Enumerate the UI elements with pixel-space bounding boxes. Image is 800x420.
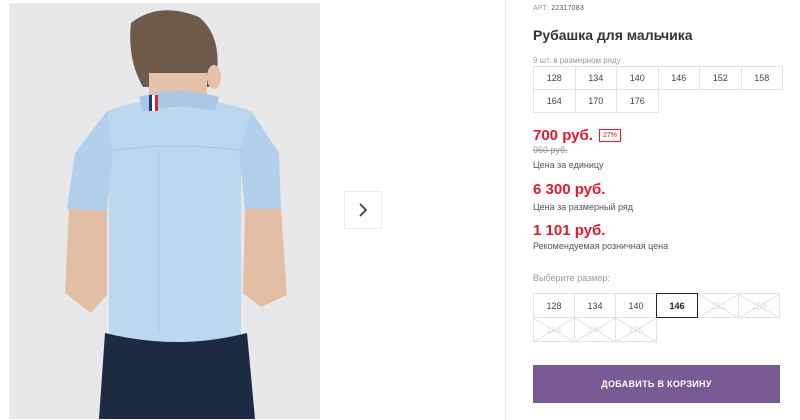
size-row-table: 128 134 140 146 152 158 164 170 176 bbox=[533, 66, 783, 113]
unit-price-note: Цена за единицу bbox=[533, 160, 604, 170]
size-cell-empty bbox=[700, 90, 742, 113]
price-row: 700 руб. 27% bbox=[533, 127, 621, 144]
size-cell-empty bbox=[658, 90, 700, 113]
product-title: Рубашка для мальчика bbox=[533, 27, 693, 43]
product-image bbox=[9, 3, 320, 419]
size-cell: 134 bbox=[574, 66, 617, 90]
size-cell: 158 bbox=[740, 66, 783, 90]
old-price: 960 руб. bbox=[533, 145, 568, 155]
size-option-176: 176 bbox=[615, 317, 657, 342]
size-selector: 128 134 140 146 152 158 164 170 176 bbox=[533, 293, 785, 342]
retail-price: 1 101 руб. bbox=[533, 222, 606, 239]
size-cell: 170 bbox=[574, 89, 617, 113]
size-row-table-row: 164 170 176 bbox=[533, 89, 783, 113]
size-cell-empty bbox=[741, 90, 783, 113]
chevron-right-icon bbox=[359, 203, 368, 217]
size-option-146[interactable]: 146 bbox=[656, 293, 698, 318]
sku-label: АРТ: bbox=[533, 5, 550, 12]
size-row-price-note: Цена за размерный ряд bbox=[533, 202, 634, 212]
current-price: 700 руб. bbox=[533, 127, 593, 144]
sku-value: 22317083 bbox=[551, 5, 584, 12]
add-to-cart-button[interactable]: ДОБАВИТЬ В КОРЗИНУ bbox=[533, 365, 780, 403]
size-option-152: 152 bbox=[697, 293, 739, 318]
product-gallery bbox=[0, 0, 505, 420]
size-row-price: 6 300 руб. bbox=[533, 181, 606, 198]
gallery-divider bbox=[505, 0, 506, 420]
size-option-158: 158 bbox=[738, 293, 780, 318]
size-option-170: 170 bbox=[574, 317, 616, 342]
size-cell: 164 bbox=[533, 89, 576, 113]
size-option-134[interactable]: 134 bbox=[574, 293, 616, 318]
size-cell: 152 bbox=[699, 66, 742, 90]
next-image-button[interactable] bbox=[344, 191, 382, 229]
size-row-table-row: 128 134 140 146 152 158 bbox=[533, 66, 783, 90]
choose-size-label: Выберите размер: bbox=[533, 273, 610, 283]
retail-price-note: Рекомендуемая розничная цена bbox=[533, 241, 669, 251]
size-cell: 128 bbox=[533, 66, 576, 90]
sku: АРТ: 22317083 bbox=[533, 5, 584, 12]
size-option-128[interactable]: 128 bbox=[533, 293, 575, 318]
product-photo[interactable] bbox=[9, 3, 320, 419]
size-cell: 176 bbox=[616, 89, 659, 113]
size-row-note: 9 шт. в размерном ряду bbox=[533, 56, 621, 65]
size-option-164: 164 bbox=[533, 317, 575, 342]
size-option-140[interactable]: 140 bbox=[615, 293, 657, 318]
size-cell: 146 bbox=[657, 66, 700, 90]
discount-badge: 27% bbox=[598, 129, 621, 142]
size-cell: 140 bbox=[616, 66, 659, 90]
